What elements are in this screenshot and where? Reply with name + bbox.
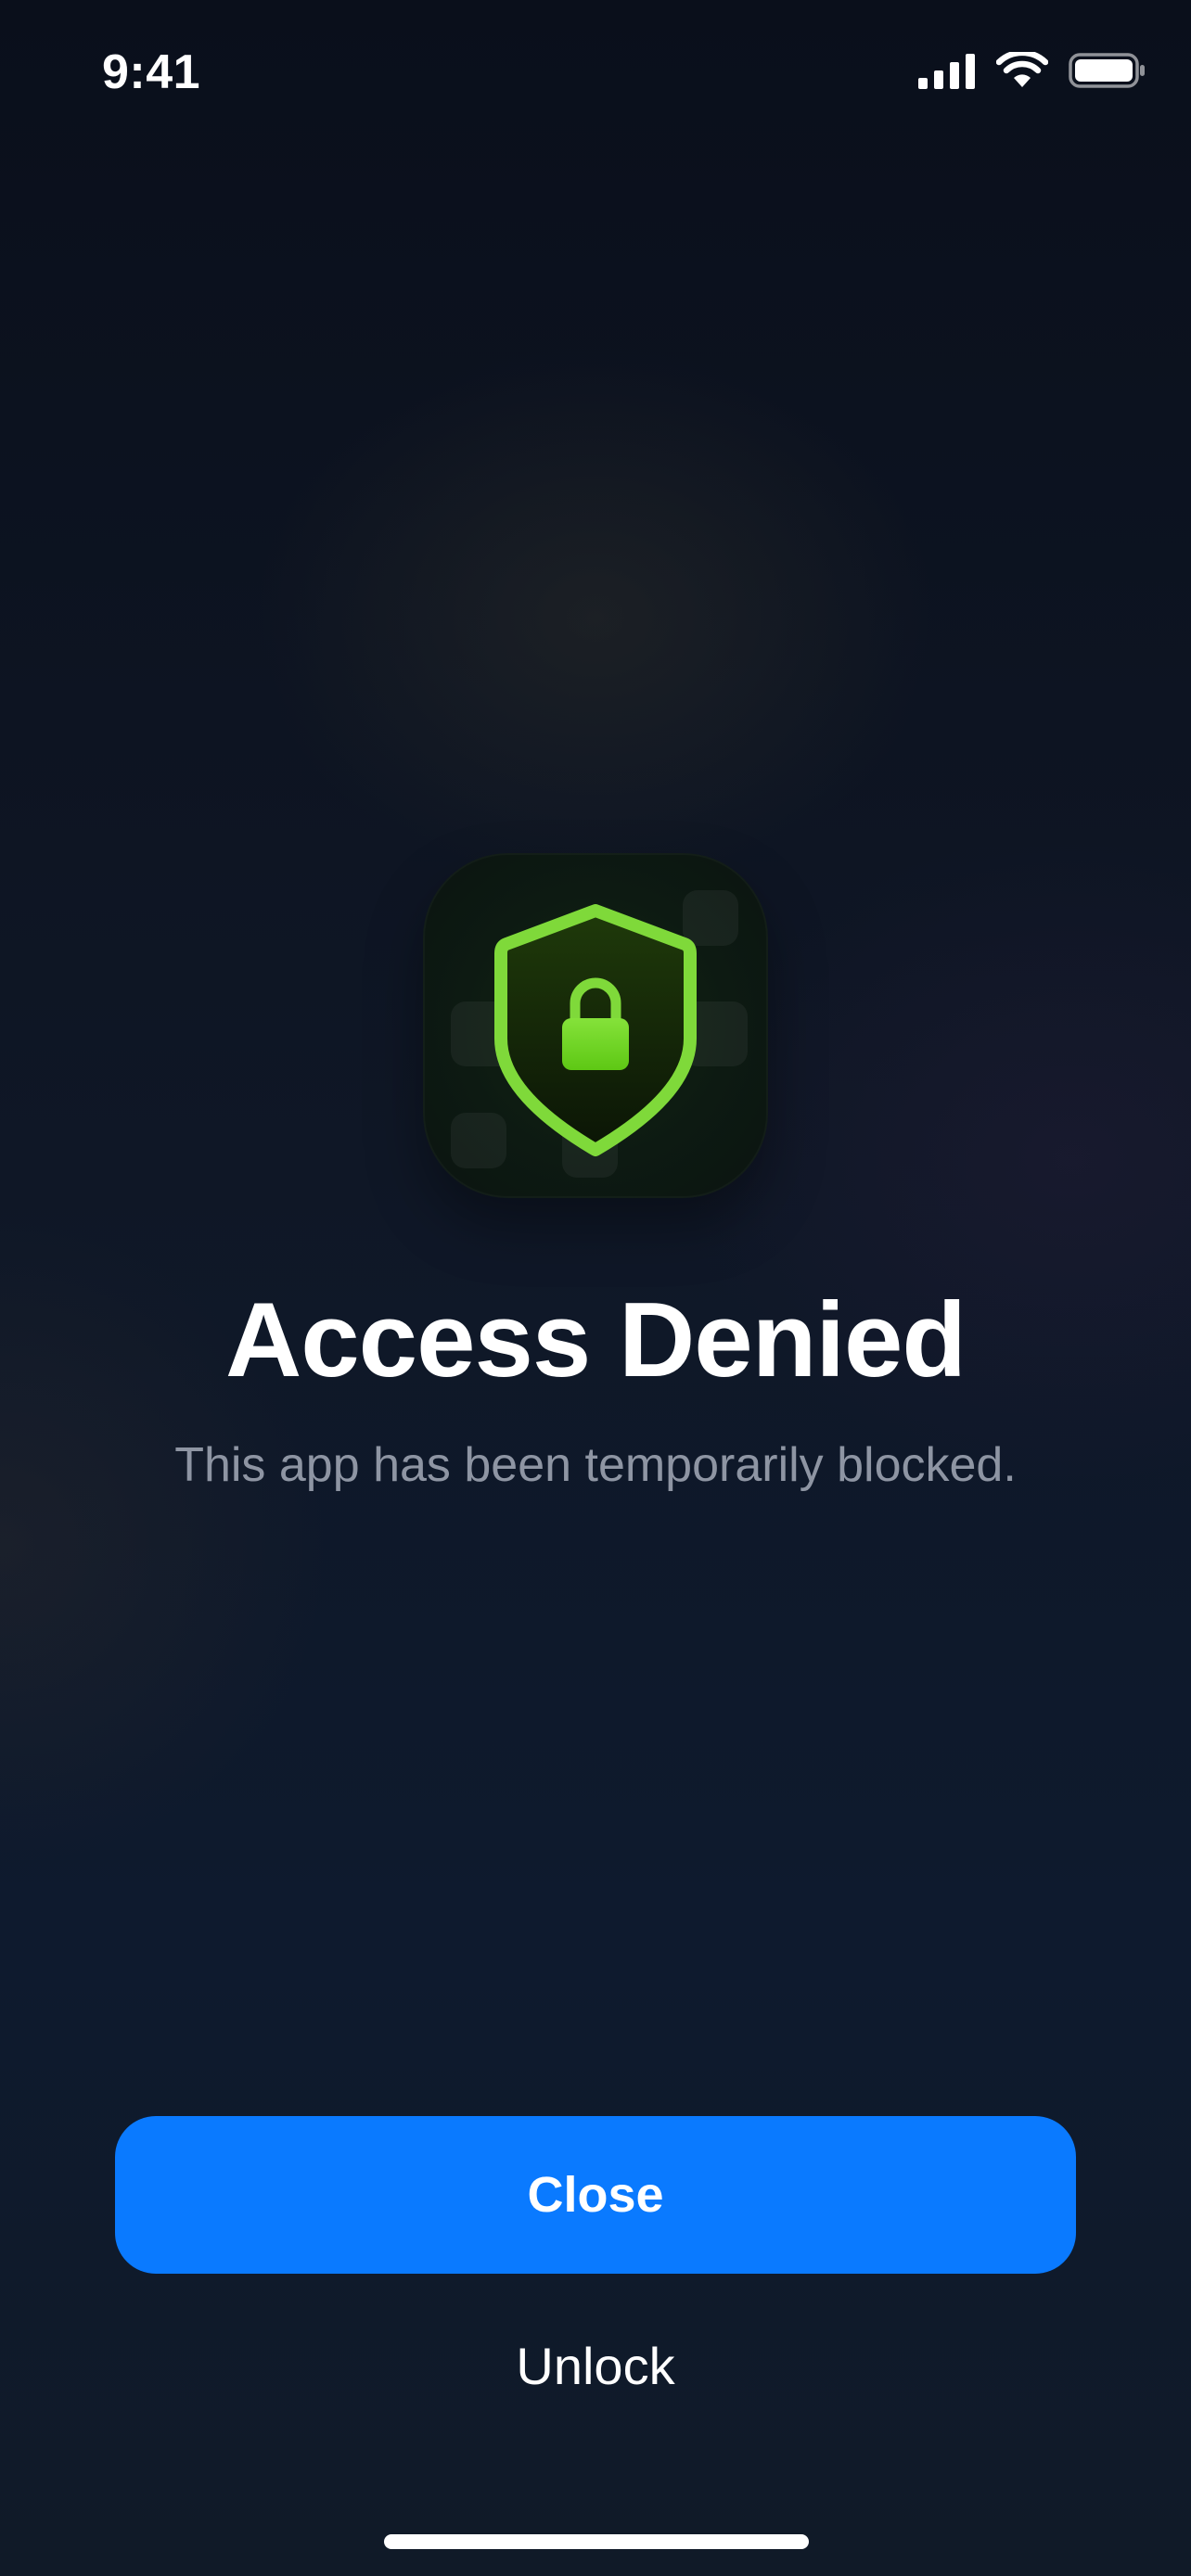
- unlock-button[interactable]: Unlock: [410, 2324, 781, 2407]
- page-title: Access Denied: [224, 1282, 967, 1399]
- status-icons: [918, 52, 1146, 89]
- wifi-icon: [996, 52, 1048, 87]
- page-subtitle: This app has been temporarily blocked.: [174, 1438, 1017, 1492]
- close-button[interactable]: Close: [115, 2116, 1076, 2274]
- app-icon: [423, 853, 768, 1198]
- status-bar: 9:41: [0, 0, 1191, 148]
- cellular-signal-icon: [918, 54, 975, 89]
- battery-icon: [1069, 53, 1145, 88]
- status-time: 9:41: [102, 45, 201, 99]
- shield-lock-icon: [494, 904, 697, 1156]
- home-indicator[interactable]: [384, 2534, 809, 2549]
